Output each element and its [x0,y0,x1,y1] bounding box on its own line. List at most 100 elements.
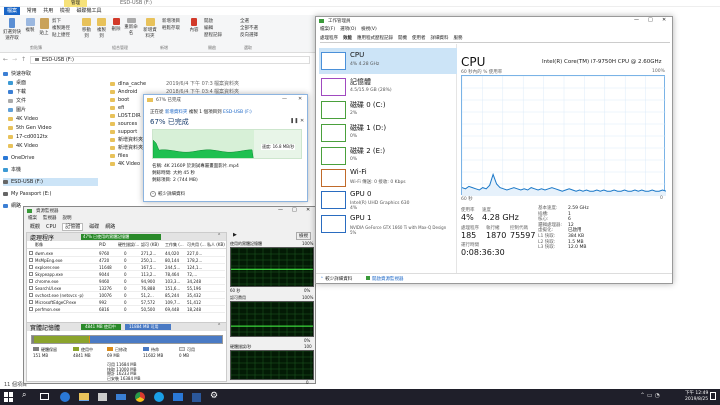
destination-link[interactable]: ESD-USB (F:) [223,110,252,115]
pin-quick-access-button[interactable]: 釘選到快速存取 [3,18,21,41]
row-checkbox[interactable] [29,258,33,262]
tab-details[interactable]: 詳細資料 [431,36,449,41]
row-checkbox[interactable] [29,272,33,276]
row-checkbox[interactable] [29,279,33,283]
table-row[interactable]: explorer.exe 11648 0 167,5... 244,5... 124,1.… [29,264,225,271]
nav-4k-video-2[interactable]: 4K Video [8,142,38,150]
tab-app-history[interactable]: 應用程式歷程記錄 [357,36,393,41]
nav-downloads[interactable]: 下載 [8,88,26,96]
close-icon[interactable]: ✕ [662,17,666,23]
store-icon[interactable] [98,393,107,401]
history-button[interactable]: 歷程記錄 [204,32,226,38]
cut-button[interactable]: 剪下 [52,18,74,24]
ribbon-tab-home[interactable]: 常用 [27,7,37,15]
explorer-icon[interactable] [79,393,89,401]
windows-start-icon[interactable] [4,392,14,402]
clock-date[interactable]: 2019/8/25 [685,397,708,402]
tab-memory[interactable]: 記憶體 [62,223,84,231]
tab-startup[interactable]: 開機 [398,36,407,41]
address-bar[interactable]: ESD-USB (F:) [30,56,310,64]
nav-4k-video[interactable]: 4K Video [8,115,38,123]
menu-file[interactable]: 檔案(F) [320,27,335,32]
open-resource-monitor-link[interactable]: 開啟資源監視器 [366,276,404,282]
new-folder-button[interactable]: 新增資料夾 [142,18,158,39]
easy-access-button[interactable]: 輕鬆存取 [162,25,184,31]
ribbon-tab-share[interactable]: 共用 [43,7,53,15]
skype-icon[interactable] [154,392,164,402]
list-item[interactable]: LOST.DIR檔案資料夾 [110,112,239,120]
menu-file[interactable]: 檔案 [28,216,37,221]
col-commit[interactable]: 認可 (KB) [141,242,159,248]
invert-selection-button[interactable]: 反向選擇 [240,32,266,38]
row-checkbox[interactable] [29,286,33,290]
properties-button[interactable]: 內容 [188,18,200,33]
nav-esd-usb[interactable]: ESD-USB (F:) [3,178,98,186]
up-icon[interactable]: ↑ [21,56,26,63]
delete-button[interactable]: 刪除 [110,18,122,32]
col-hard-faults[interactable]: 硬性錯誤/... [118,242,139,248]
nav-onedrive[interactable]: OneDrive [3,154,35,162]
copy-button[interactable]: 複製 [24,18,36,33]
menu-help[interactable]: 說明 [63,216,72,221]
views-button[interactable]: 檢視 [296,232,311,240]
nav-17-cd0012tx[interactable]: 17-cd0012tx [8,133,48,141]
list-item[interactable]: 新增資料夾檔案資料夾 [110,136,239,144]
col-working-set[interactable]: 工作集 (... [165,242,184,248]
nav-this-pc[interactable]: 本機 [3,166,21,174]
tab-performance[interactable]: 效能 [343,36,352,41]
nav-desktop[interactable]: 桌面 [8,79,26,87]
clock-time[interactable]: 下午 12:49 [685,390,708,396]
chrome-icon[interactable] [135,392,145,402]
table-row[interactable]: Skypeapp.exe 9044 0 113,2... 78,464 72,... [29,271,225,278]
row-checkbox[interactable] [29,307,33,311]
table-row[interactable]: svchost.exe (netsvcs -p) 10076 0 51,2... 85,… [29,292,225,299]
col-private[interactable]: 私人 (KB) [207,242,225,248]
search-icon[interactable]: ⌕ [22,390,26,400]
minimize-icon[interactable]: — [278,207,283,213]
edge-icon[interactable] [60,392,70,402]
list-item[interactable]: 4K Video檔案資料夾 [110,160,239,168]
fewer-details-button[interactable]: ⌃ 較少詳細資料 [320,276,352,282]
table-row[interactable]: perfmon.exe 6816 0 50,500 69,448 18,248 [29,306,225,313]
rename-button[interactable]: 重新命名 [124,18,138,36]
list-item[interactable]: boot檔案資料夾 [110,96,239,104]
chevron-up-icon[interactable]: ⌃ [217,323,221,329]
tab-cpu[interactable]: CPU [46,224,56,230]
tab-processes[interactable]: 處理程序 [320,36,338,41]
forward-icon[interactable]: → [12,56,17,63]
menu-view[interactable]: 檢視(V) [361,27,377,32]
list-item[interactable]: sources檔案資料夾 [110,120,239,128]
source-link[interactable]: 新增資料夾 [165,110,188,115]
list-item[interactable]: support檔案資料夾 [110,128,239,136]
row-checkbox[interactable] [29,300,33,304]
paste-button[interactable]: 貼上 [38,18,50,36]
list-item[interactable]: dlna_cache 2019/6/4 下午 07:3 檔案資料夾 [110,80,239,88]
tab-services[interactable]: 服務 [454,36,463,41]
context-tab-manage[interactable]: 管理 [64,0,87,7]
edit-button[interactable]: 編輯 [204,25,220,31]
nav-5th-gen-video[interactable]: 5th Gen Video [8,124,52,132]
photos-icon[interactable] [173,393,183,401]
table-row[interactable]: SearchUI.exe 13276 0 76,888 151,6... 55,196 [29,285,225,292]
close-icon[interactable]: ✕ [306,207,310,213]
section-header[interactable]: 處理程序 47% 已使用的實體記憶體 ⌃ [27,233,226,242]
minimize-icon[interactable]: — [282,96,287,102]
task-view-icon[interactable] [40,393,49,400]
list-item[interactable]: efi檔案資料夾 [110,104,239,112]
cancel-icon[interactable]: ✕ [300,118,304,124]
nav-documents[interactable]: 文件 [8,97,26,105]
maximize-icon[interactable]: □ [292,207,297,213]
open-button[interactable]: 開啟 [204,18,220,24]
word-icon[interactable] [192,393,201,402]
sidebar-item-gpu-1[interactable]: GPU 1 NVIDIA GeForce GTX 1660 Ti with Max… [319,211,457,237]
system-tray-icons[interactable]: ⌃ ▭ ◔ [640,392,660,399]
tab-users[interactable]: 使用者 [412,36,426,41]
expand-icon[interactable]: ▶ [233,232,237,238]
minimize-icon[interactable]: — [634,17,639,23]
select-all-button[interactable]: 全選 [240,18,262,24]
paste-shortcut-button[interactable]: 貼上捷徑 [52,32,76,38]
nav-my-passport[interactable]: My Passport (E:) [3,190,52,198]
row-checkbox[interactable] [29,293,33,297]
nav-pictures[interactable]: 圖片 [8,106,26,114]
tab-disk[interactable]: 磁碟 [89,224,99,230]
